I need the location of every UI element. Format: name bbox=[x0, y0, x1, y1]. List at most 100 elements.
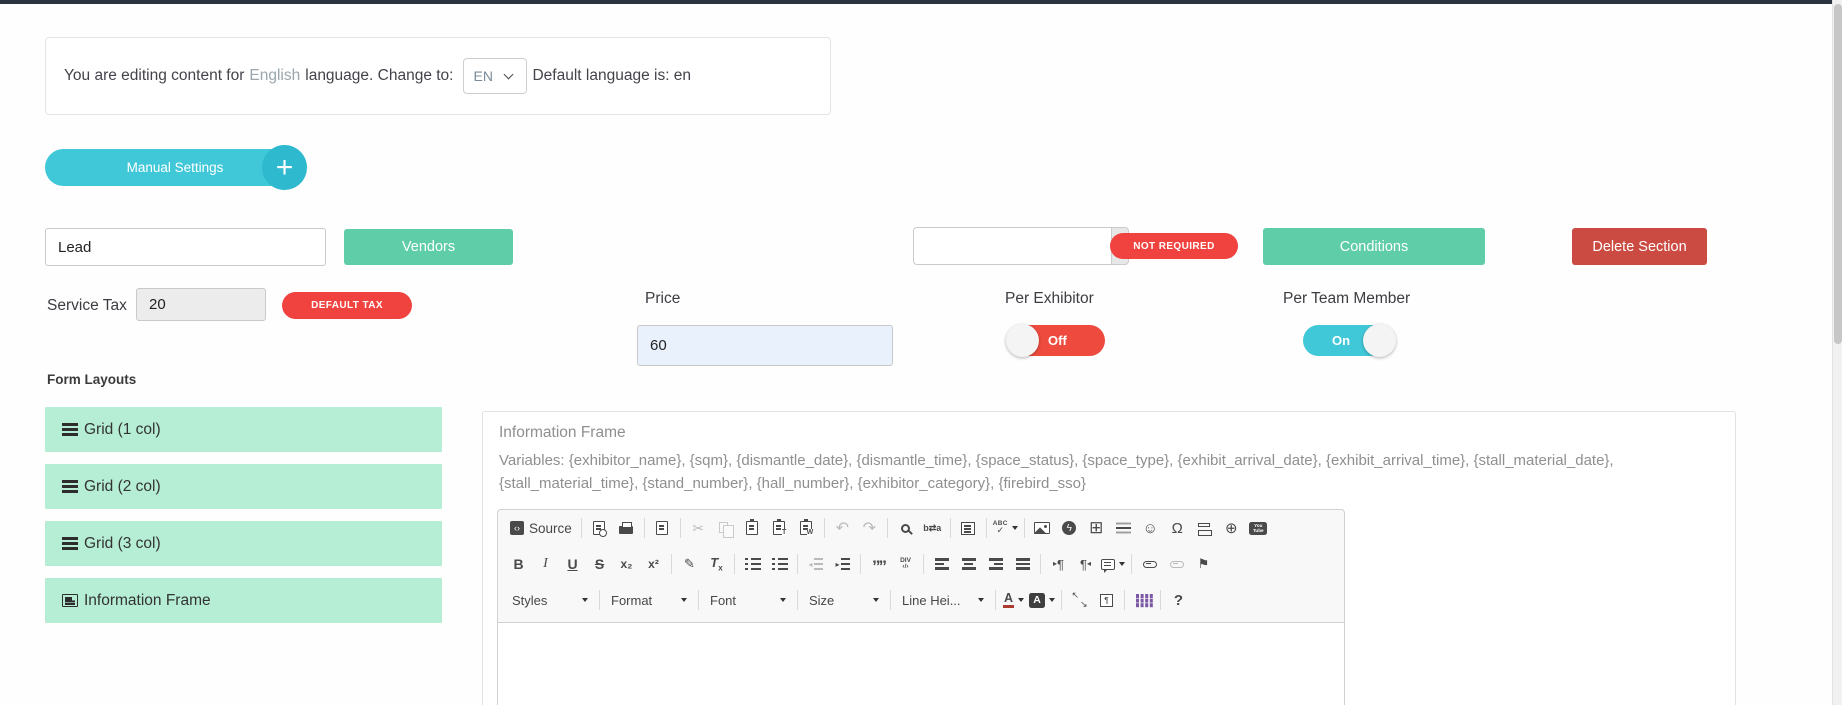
italic-button[interactable]: I bbox=[532, 551, 559, 577]
preview-button[interactable] bbox=[586, 515, 613, 541]
iframe-button[interactable]: ⊕ bbox=[1218, 515, 1245, 541]
per-team-member-toggle[interactable]: On bbox=[1303, 325, 1395, 356]
layout-item-grid-3col[interactable]: Grid (3 col) bbox=[45, 521, 442, 566]
align-center-button[interactable] bbox=[955, 551, 982, 577]
spellcheck-button[interactable]: ABC ✓ bbox=[991, 515, 1020, 541]
text-direction-ltr-button[interactable]: ▸¶ bbox=[1045, 551, 1072, 577]
maximize-button[interactable]: ↖ ↘ bbox=[1066, 587, 1093, 613]
scrollbar-track[interactable] bbox=[1832, 0, 1842, 705]
paste-from-word-button[interactable]: W bbox=[793, 515, 820, 541]
caret-down-icon bbox=[1049, 598, 1055, 602]
per-exhibitor-toggle-state: Off bbox=[1048, 333, 1067, 348]
div-container-button[interactable]: DIV ‹/› bbox=[892, 551, 919, 577]
remove-format-button[interactable]: Tx bbox=[703, 551, 730, 577]
pilcrow-icon: ¶ bbox=[1080, 558, 1087, 571]
smiley-icon: ☺ bbox=[1143, 520, 1158, 537]
horizontal-rule-button[interactable] bbox=[1110, 515, 1137, 541]
superscript-button[interactable]: x² bbox=[640, 551, 667, 577]
align-justify-button[interactable] bbox=[1009, 551, 1036, 577]
toolbar-separator bbox=[887, 518, 888, 538]
styles-combo[interactable]: Styles bbox=[505, 588, 595, 613]
brush-icon: ✎ bbox=[684, 556, 695, 572]
delete-section-button[interactable]: Delete Section bbox=[1572, 228, 1707, 265]
editor-content-area[interactable] bbox=[498, 622, 1344, 705]
not-required-badge[interactable]: NOT REQUIRED bbox=[1110, 233, 1238, 259]
font-combo[interactable]: Font bbox=[703, 588, 793, 613]
language-button[interactable] bbox=[1099, 551, 1127, 577]
page-break-button[interactable] bbox=[1191, 515, 1218, 541]
toolbar-separator bbox=[671, 554, 672, 574]
chevron-down-icon bbox=[504, 69, 514, 79]
layout-item-information-frame[interactable]: Information Frame bbox=[45, 578, 442, 623]
link-button[interactable] bbox=[1136, 551, 1163, 577]
paste-icon bbox=[746, 521, 758, 535]
strikethrough-button[interactable]: S bbox=[586, 551, 613, 577]
find-button[interactable] bbox=[892, 515, 919, 541]
toolbar-separator bbox=[599, 590, 600, 610]
background-color-button[interactable]: A bbox=[1027, 587, 1057, 613]
show-blocks-icon: ¶ bbox=[1100, 594, 1113, 607]
manual-settings-button[interactable]: Manual Settings + bbox=[45, 149, 305, 186]
vendors-button[interactable]: Vendors bbox=[344, 229, 513, 265]
bulleted-list-button[interactable] bbox=[766, 551, 793, 577]
align-right-button[interactable] bbox=[982, 551, 1009, 577]
numbered-list-button[interactable] bbox=[739, 551, 766, 577]
layout-item-label: Grid (1 col) bbox=[84, 421, 161, 439]
format-combo[interactable]: Format bbox=[604, 588, 694, 613]
language-banner: You are editing content for English lang… bbox=[45, 37, 831, 115]
price-input[interactable] bbox=[637, 325, 893, 366]
show-blocks-button[interactable]: ¶ bbox=[1093, 587, 1120, 613]
paste-as-text-button[interactable]: T bbox=[766, 515, 793, 541]
bold-button[interactable]: B bbox=[505, 551, 532, 577]
layout-item-grid-2col[interactable]: Grid (2 col) bbox=[45, 464, 442, 509]
replace-button[interactable]: b⇄a bbox=[919, 515, 946, 541]
format-combo-label: Format bbox=[611, 593, 652, 608]
grid-handle-icon bbox=[62, 537, 78, 540]
strikethrough-icon: S bbox=[595, 556, 604, 572]
toolbar-separator bbox=[797, 554, 798, 574]
special-char-button[interactable]: Ω bbox=[1164, 515, 1191, 541]
copy-formatting-button[interactable]: ✎ bbox=[676, 551, 703, 577]
banner-text-suffix: Default language is: en bbox=[532, 67, 691, 85]
table-button[interactable]: ⊞ bbox=[1083, 515, 1110, 541]
language-select[interactable]: EN bbox=[463, 58, 527, 94]
size-combo[interactable]: Size bbox=[802, 588, 886, 613]
text-color-button[interactable]: A bbox=[1000, 587, 1027, 613]
toolbar-separator bbox=[1160, 590, 1161, 610]
flash-button[interactable]: ϟ bbox=[1056, 515, 1083, 541]
source-button[interactable]: ‹› Source bbox=[505, 515, 577, 541]
line-height-combo[interactable]: Line Hei... bbox=[895, 588, 991, 613]
per-exhibitor-toggle[interactable]: Off bbox=[1007, 325, 1105, 356]
plus-icon[interactable]: + bbox=[262, 145, 307, 190]
templates-button[interactable] bbox=[649, 515, 676, 541]
layout-item-label: Grid (3 col) bbox=[84, 535, 161, 553]
smiley-button[interactable]: ☺ bbox=[1137, 515, 1164, 541]
default-tax-badge[interactable]: DEFAULT TAX bbox=[282, 292, 412, 319]
paste-button[interactable] bbox=[739, 515, 766, 541]
image-button[interactable] bbox=[1029, 515, 1056, 541]
text-direction-rtl-button[interactable]: ¶◂ bbox=[1072, 551, 1099, 577]
print-button[interactable] bbox=[613, 515, 640, 541]
layout-item-grid-1col[interactable]: Grid (1 col) bbox=[45, 407, 442, 452]
anchor-button[interactable]: ⚑ bbox=[1190, 551, 1217, 577]
banner-text-prefix: You are editing content for bbox=[64, 67, 244, 85]
text-color-icon: A bbox=[1003, 592, 1014, 609]
flag-icon: ⚑ bbox=[1198, 556, 1210, 572]
align-left-button[interactable] bbox=[928, 551, 955, 577]
increase-indent-button[interactable]: ▸ bbox=[829, 551, 856, 577]
about-button[interactable]: ? bbox=[1165, 587, 1192, 613]
service-tax-input[interactable] bbox=[136, 288, 266, 321]
toolbar-separator bbox=[890, 590, 891, 610]
section-name-input[interactable] bbox=[45, 228, 326, 266]
caret-down-icon bbox=[681, 598, 687, 602]
youtube-button[interactable]: You Tube bbox=[1245, 515, 1272, 541]
underline-button[interactable]: U bbox=[559, 551, 586, 577]
caret-down-icon bbox=[978, 598, 984, 602]
subscript-button[interactable]: x₂ bbox=[613, 551, 640, 577]
scrollbar-thumb[interactable] bbox=[1834, 4, 1842, 344]
blockquote-button[interactable]: ”” bbox=[865, 555, 892, 581]
conditions-button[interactable]: Conditions bbox=[1263, 228, 1485, 265]
date-input[interactable] bbox=[913, 227, 1111, 265]
select-all-button[interactable] bbox=[955, 515, 982, 541]
token-grid-button[interactable] bbox=[1129, 587, 1156, 613]
